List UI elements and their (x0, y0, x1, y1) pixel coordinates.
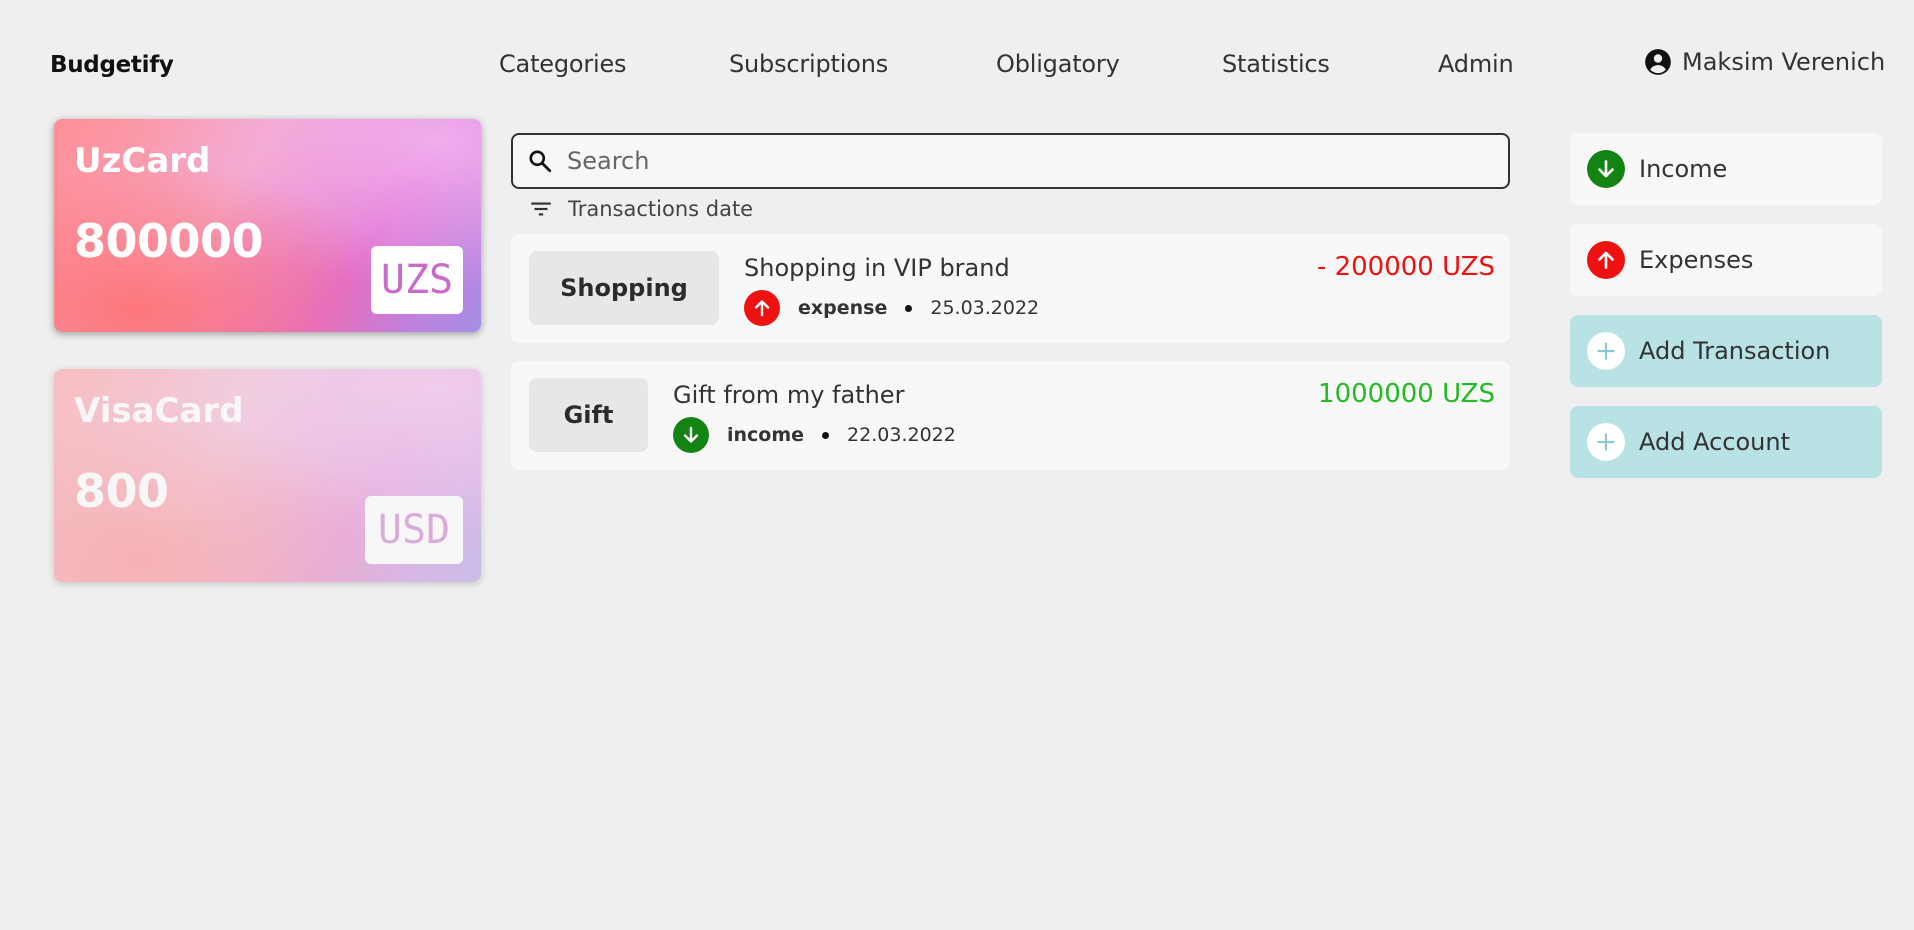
plus-icon (1587, 332, 1625, 370)
plus-icon (1587, 423, 1625, 461)
add-account-label: Add Account (1639, 428, 1790, 456)
expenses-filter-button[interactable]: Expenses (1570, 224, 1882, 296)
search-input[interactable] (567, 147, 1467, 175)
account-name: VisaCard (74, 391, 244, 431)
user-name: Maksim Verenich (1682, 48, 1886, 76)
arrow-down-icon (1587, 150, 1625, 188)
account-currency: USD (365, 496, 463, 564)
add-transaction-button[interactable]: Add Transaction (1570, 315, 1882, 387)
separator-dot (822, 431, 830, 439)
expenses-label: Expenses (1639, 246, 1754, 274)
app-logo[interactable]: Budgetify (50, 52, 174, 78)
search-icon (527, 148, 553, 174)
income-filter-button[interactable]: Income (1570, 133, 1882, 205)
arrow-down-icon (673, 417, 709, 453)
add-account-button[interactable]: Add Account (1570, 406, 1882, 478)
transaction-meta: income 22.03.2022 (673, 417, 956, 453)
nav-obligatory[interactable]: Obligatory (996, 50, 1120, 78)
transaction-title: Gift from my father (673, 381, 905, 409)
account-circle-icon (1644, 48, 1672, 76)
top-header: Budgetify Categories Subscriptions Oblig… (0, 0, 1914, 110)
account-card-visacard[interactable]: VisaCard 800 USD (54, 369, 481, 582)
transaction-category: Gift (529, 378, 648, 452)
transaction-date: 22.03.2022 (847, 424, 956, 446)
transaction-date: 25.03.2022 (930, 297, 1040, 319)
transaction-type: income (727, 424, 805, 446)
transaction-type: expense (798, 297, 888, 319)
income-label: Income (1639, 155, 1728, 183)
sort-label: Transactions date (568, 197, 754, 221)
account-currency: UZS (371, 246, 463, 314)
account-balance: 800 (74, 464, 169, 518)
nav-statistics[interactable]: Statistics (1222, 50, 1330, 78)
separator-dot (905, 304, 913, 312)
add-transaction-label: Add Transaction (1639, 337, 1831, 365)
user-menu[interactable]: Maksim Verenich (1644, 48, 1885, 76)
transaction-row[interactable]: Shopping Shopping in VIP brand expense 2… (511, 234, 1510, 343)
nav-categories[interactable]: Categories (499, 50, 627, 78)
sort-transactions-date[interactable]: Transactions date (528, 196, 753, 222)
nav-subscriptions[interactable]: Subscriptions (729, 50, 888, 78)
filter-list-icon (528, 196, 554, 222)
account-balance: 800000 (74, 214, 264, 268)
account-name: UzCard (74, 141, 211, 181)
search-box[interactable] (511, 133, 1510, 189)
transaction-meta: expense 25.03.2022 (744, 290, 1039, 326)
transaction-title: Shopping in VIP brand (744, 254, 1010, 282)
arrow-up-icon (1587, 241, 1625, 279)
account-card-uzcard[interactable]: UzCard 800000 UZS (54, 119, 481, 332)
transaction-category: Shopping (529, 251, 719, 325)
arrow-up-icon (744, 290, 780, 326)
transaction-row[interactable]: Gift Gift from my father income 22.03.20… (511, 361, 1510, 470)
nav-admin[interactable]: Admin (1438, 50, 1514, 78)
transaction-amount: 1000000 UZS (1318, 379, 1495, 409)
transaction-amount: - 200000 UZS (1316, 252, 1495, 282)
